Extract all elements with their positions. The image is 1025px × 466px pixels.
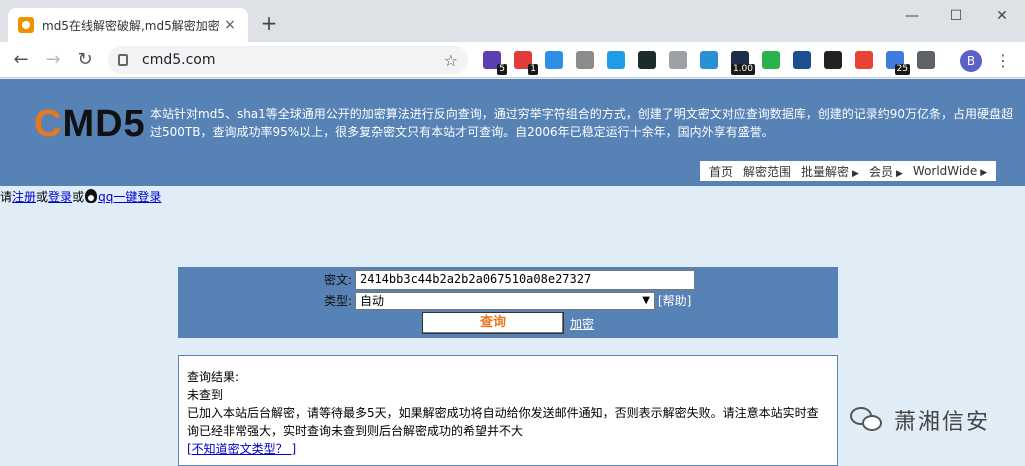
lock-icon bbox=[118, 54, 128, 66]
extension-badge: 25 bbox=[894, 64, 910, 75]
caret-right-icon: ▶ bbox=[852, 168, 859, 179]
reload-icon[interactable]: ↻ bbox=[72, 48, 98, 72]
caret-right-icon: ▶ bbox=[895, 168, 903, 179]
site-favicon-icon bbox=[18, 17, 34, 33]
top-nav: 首页 解密范围 批量解密 ▶ 会员 ▶ WorldWide ▶ bbox=[700, 161, 997, 181]
extension-badge: 1 bbox=[528, 64, 538, 75]
extension-icon[interactable]: 1 bbox=[514, 51, 538, 75]
extension-icon[interactable] bbox=[855, 51, 873, 69]
query-result: 查询结果: 未查到 已加入本站后台解密，请等待最多5天，如果解密成功将自动给你发… bbox=[178, 355, 838, 466]
tab-close-icon[interactable]: × bbox=[222, 17, 238, 33]
minimize-icon[interactable]: — bbox=[897, 4, 927, 28]
address-bar[interactable]: cmd5.com ☆ bbox=[108, 46, 468, 74]
unknown-type-link[interactable]: [不知道密文类型？ ] bbox=[187, 442, 296, 456]
extension-icon[interactable] bbox=[793, 51, 811, 69]
watermark: 萧湘信安 bbox=[850, 404, 990, 436]
back-icon[interactable]: ← bbox=[8, 48, 34, 72]
extension-icon[interactable] bbox=[607, 51, 625, 69]
url-text: cmd5.com bbox=[142, 52, 216, 68]
nav-item[interactable]: 首页 bbox=[704, 163, 738, 180]
cipher-input[interactable]: 2414bb3c44b2a2b2a067510a08e27327 bbox=[355, 270, 695, 290]
nav-item[interactable]: 会员 ▶ bbox=[864, 163, 908, 180]
forward-icon[interactable]: → bbox=[40, 48, 66, 72]
site-header: CMD5 本站针对md5、sha1等全球通用公开的加密算法进行反向查询，通过穷举… bbox=[0, 79, 1025, 186]
browser-menu-icon[interactable]: ⋮ bbox=[995, 50, 1011, 72]
type-label: 类型: bbox=[323, 294, 352, 308]
extension-icon[interactable] bbox=[638, 51, 656, 69]
extension-icon[interactable] bbox=[762, 51, 780, 69]
type-select[interactable]: 自动 ▼ bbox=[355, 292, 655, 310]
browser-toolbar: ← → ↻ cmd5.com ☆ 5 1 1.00 25 B ⋮ bbox=[0, 42, 1025, 78]
help-link[interactable]: [帮助] bbox=[658, 292, 691, 310]
profile-avatar[interactable]: B bbox=[960, 50, 982, 72]
bookmark-star-icon[interactable]: ☆ bbox=[444, 51, 458, 70]
extension-icon[interactable]: 25 bbox=[886, 51, 910, 75]
extension-icon[interactable] bbox=[669, 51, 687, 69]
extension-icon[interactable] bbox=[700, 51, 718, 69]
site-intro: 本站针对md5、sha1等全球通用公开的加密算法进行反向查询，通过穷举字符组合的… bbox=[150, 107, 1014, 139]
new-tab-button[interactable]: + bbox=[258, 12, 280, 34]
maximize-icon[interactable]: ☐ bbox=[941, 4, 971, 28]
nav-item[interactable]: WorldWide ▶ bbox=[908, 164, 992, 178]
query-button[interactable]: 查询 bbox=[422, 312, 564, 334]
cmd5-logo[interactable]: CMD5 bbox=[34, 103, 146, 146]
extension-badge: 1.00 bbox=[730, 64, 755, 75]
register-link[interactable]: 注册 bbox=[12, 190, 36, 204]
qq-penguin-icon bbox=[85, 189, 98, 203]
window-close-icon[interactable]: ✕ bbox=[987, 4, 1017, 28]
extension-icon[interactable] bbox=[917, 51, 935, 69]
extension-icon[interactable]: 5 bbox=[483, 51, 507, 75]
extension-icon[interactable] bbox=[545, 51, 563, 69]
browser-tab[interactable]: md5在线解密破解,md5解密加密 × bbox=[8, 8, 248, 42]
login-line: 请注册或登录或 qq一键登录 bbox=[0, 189, 162, 204]
result-heading: 查询结果: bbox=[187, 370, 240, 384]
extension-badge: 5 bbox=[497, 64, 507, 75]
result-status: 未查到 bbox=[187, 388, 224, 402]
query-form: 密文: 2414bb3c44b2a2b2a067510a08e27327 类型:… bbox=[178, 267, 838, 338]
wechat-icon bbox=[850, 405, 886, 435]
encrypt-link[interactable]: 加密 bbox=[570, 315, 594, 332]
nav-item[interactable]: 批量解密 ▶ bbox=[796, 163, 864, 180]
extension-icon[interactable]: 1.00 bbox=[730, 51, 755, 75]
chevron-down-icon: ▼ bbox=[642, 295, 650, 306]
extension-icon[interactable] bbox=[576, 51, 594, 69]
qq-login-link[interactable]: qq一键登录 bbox=[98, 190, 161, 204]
cipher-label: 密文: bbox=[323, 273, 352, 287]
nav-item[interactable]: 解密范围 bbox=[738, 163, 796, 180]
result-message: 已加入本站后台解密，请等待最多5天，如果解密成功将自动给你发送邮件通知，否则表示… bbox=[187, 406, 819, 438]
extension-icon[interactable] bbox=[824, 51, 842, 69]
tab-title: md5在线解密破解,md5解密加密 bbox=[42, 18, 220, 33]
caret-right-icon: ▶ bbox=[980, 168, 988, 178]
login-link[interactable]: 登录 bbox=[48, 190, 72, 204]
browser-tab-strip: md5在线解密破解,md5解密加密 × + — ☐ ✕ bbox=[0, 0, 1025, 42]
